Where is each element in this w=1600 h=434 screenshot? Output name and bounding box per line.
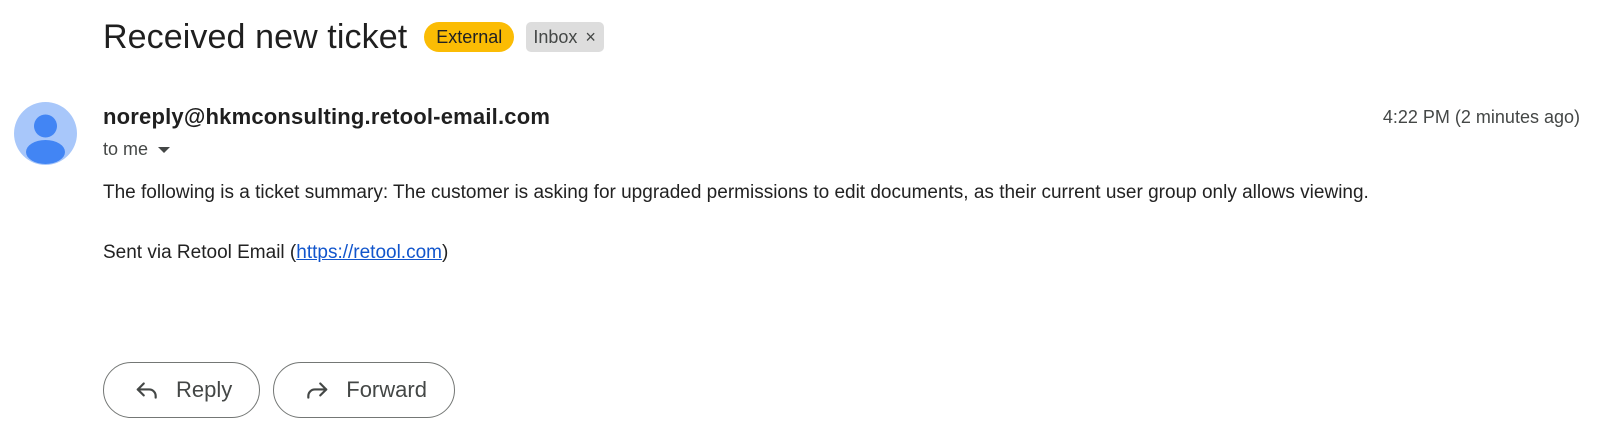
recipient-toggle[interactable]: to me <box>103 139 171 160</box>
label-external[interactable]: External <box>424 22 515 52</box>
footer-suffix: ) <box>441 242 449 263</box>
retool-link[interactable]: https://retool.com <box>296 242 442 263</box>
subject-row: Received new ticket External Inbox × <box>103 14 604 60</box>
forward-icon <box>304 377 330 403</box>
email-body: The following is a ticket summary: The c… <box>103 182 1369 203</box>
reply-icon <box>134 377 160 403</box>
email-view: Received new ticket External Inbox × nor… <box>0 0 1600 434</box>
avatar[interactable] <box>14 102 77 165</box>
email-actions: Reply Forward <box>103 362 455 418</box>
footer-prefix: Sent via Retool Email ( <box>103 242 297 263</box>
close-icon[interactable]: × <box>585 28 596 46</box>
forward-label: Forward <box>346 377 427 402</box>
email-timestamp: 4:22 PM (2 minutes ago) <box>1382 107 1580 127</box>
label-inbox-text: Inbox <box>533 27 578 47</box>
caret-down-icon[interactable] <box>158 146 171 153</box>
sender-address[interactable]: noreply@hkmconsulting.retool-email.com <box>103 104 550 130</box>
forward-button[interactable]: Forward <box>273 362 455 418</box>
label-inbox[interactable]: Inbox × <box>526 22 604 52</box>
reply-button[interactable]: Reply <box>103 362 261 418</box>
recipient-label: to me <box>103 139 149 159</box>
email-footer: Sent via Retool Email (https://retool.co… <box>103 241 448 265</box>
person-icon <box>26 114 65 164</box>
email-subject: Received new ticket <box>103 17 408 56</box>
reply-label: Reply <box>176 377 233 402</box>
